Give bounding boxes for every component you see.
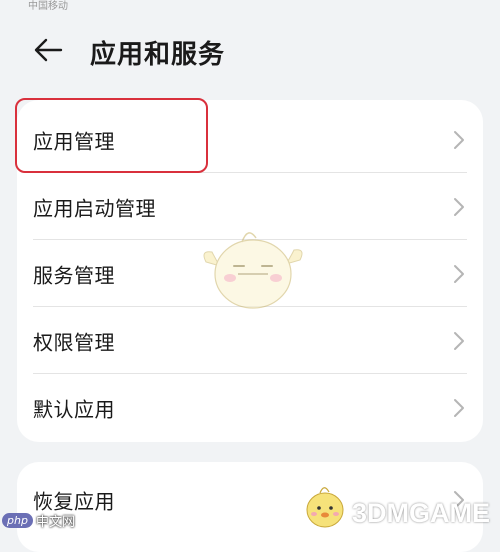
- back-button[interactable]: [30, 32, 66, 68]
- chevron-right-icon: [454, 331, 464, 350]
- carrier-label: 中国移动: [28, 1, 68, 12]
- list-item-app-launch-management[interactable]: 应用启动管理: [17, 173, 483, 240]
- chevron-right-icon: [454, 197, 464, 216]
- list-item-label: 权限管理: [33, 330, 115, 354]
- list-item-service-management[interactable]: 服务管理: [17, 240, 483, 307]
- list-item-label: 服务管理: [33, 263, 115, 287]
- chevron-right-icon: [454, 264, 464, 283]
- 3dm-watermark-text: 3DMGAME: [352, 498, 491, 528]
- php-watermark-badge: php: [2, 512, 33, 528]
- header: 应用和服务: [0, 20, 500, 80]
- status-bar: 中国移动: [0, 0, 500, 12]
- settings-card-apps: 应用管理 应用启动管理 服务管理 权限管理 默认应用: [17, 100, 483, 442]
- php-watermark: php 中文网: [2, 508, 75, 532]
- chevron-right-icon: [454, 398, 464, 417]
- arrow-left-icon: [34, 38, 63, 62]
- mascot-small-icon: [306, 487, 344, 528]
- list-item-permission-management[interactable]: 权限管理: [17, 307, 483, 374]
- 3dm-watermark: 3DMGAME: [300, 478, 500, 532]
- list-item-default-apps[interactable]: 默认应用: [17, 374, 483, 441]
- page-title: 应用和服务: [90, 40, 226, 70]
- list-item-app-management[interactable]: 应用管理: [17, 106, 483, 173]
- list-item-label: 默认应用: [33, 397, 115, 421]
- list-item-label: 应用管理: [33, 129, 115, 153]
- list-item-label: 应用启动管理: [33, 196, 156, 220]
- php-watermark-text: 中文网: [35, 514, 75, 530]
- chevron-right-icon: [454, 130, 464, 149]
